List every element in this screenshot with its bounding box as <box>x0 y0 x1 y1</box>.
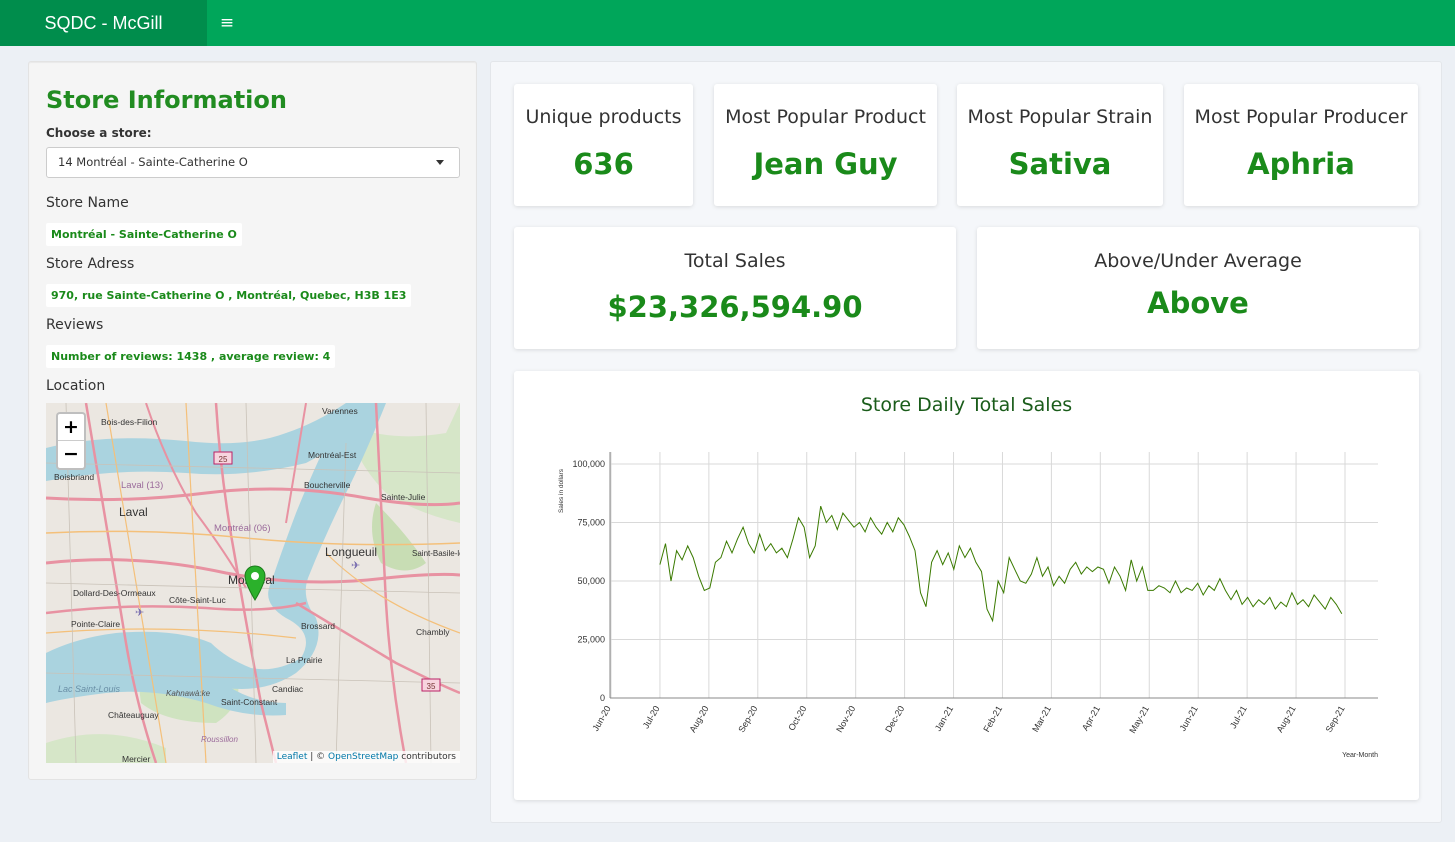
store-name-value: Montréal - Sainte-Catherine O <box>46 223 242 246</box>
y-tick-label: 75,000 <box>577 518 605 528</box>
kpi-popular-producer-value: Aphria <box>1247 147 1355 181</box>
leaflet-link[interactable]: Leaflet <box>277 752 308 762</box>
zoom-out-button[interactable]: − <box>58 441 84 468</box>
reviews-label: Reviews <box>46 317 104 333</box>
map-label-chambly: Chambly <box>416 627 450 637</box>
map-label-lac-saint-louis: Lac Saint-Louis <box>58 684 121 694</box>
map-label-longueuil: Longueuil <box>325 545 377 559</box>
zoom-in-button[interactable]: + <box>58 414 84 441</box>
map-label-brossard: Brossard <box>301 621 335 631</box>
sales-line-chart[interactable]: 0 25,000 50,000 75,000 100,000 Jun-20 Jul-20 Au… <box>514 371 1419 800</box>
map-label-montreal-est: Montréal-Est <box>308 450 357 460</box>
map-label-montreal-06: Montréal (06) <box>214 523 271 534</box>
x-tick-label: May-21 <box>1127 704 1151 735</box>
y-tick-label: 100,000 <box>572 459 605 469</box>
location-label: Location <box>46 378 106 394</box>
x-axis-label: Year-Month <box>1342 752 1378 759</box>
store-address-label: Store Adress <box>46 256 135 272</box>
x-tick-label: Feb-21 <box>981 704 1004 734</box>
map-label-dollard: Dollard-Des-Ormeaux <box>73 588 156 598</box>
attribution-separator: | © <box>307 752 329 762</box>
map-attribution: Leaflet | © OpenStreetMap contributors <box>272 751 460 763</box>
kpi-popular-product-value: Jean Guy <box>753 147 898 181</box>
map-label-mercier: Mercier <box>122 754 151 763</box>
map-label-25: 25 <box>219 455 228 464</box>
x-tick-label: Jun-20 <box>590 704 612 733</box>
airport-icon: ✈ <box>351 560 360 572</box>
map-label-roussillon: Roussillon <box>201 735 238 744</box>
kpi-above-under: Above/Under Average Above <box>977 227 1419 349</box>
kpi-total-sales-value: $23,326,594.90 <box>607 290 863 324</box>
map-label-cote-saint-luc: Côte-Saint-Luc <box>169 595 226 605</box>
osm-link[interactable]: OpenStreetMap <box>328 752 398 762</box>
y-tick-label: 0 <box>600 693 605 703</box>
store-select[interactable]: 14 Montréal - Sainte-Catherine O <box>46 147 460 178</box>
hamburger-icon[interactable]: ≡ <box>214 0 240 46</box>
kpi-popular-strain-label: Most Popular Strain <box>967 106 1153 128</box>
airport-icon: ✈ <box>135 607 144 619</box>
dashboard-panel: Unique products 636 Most Popular Product… <box>490 61 1442 823</box>
map-label-35: 35 <box>427 682 436 691</box>
map-label-la-prairie: La Prairie <box>286 655 323 665</box>
map-label-laval: Laval <box>119 505 148 519</box>
map-label-bois-des-filion: Bois-des-Filion <box>101 417 157 427</box>
y-axis-label: Sales in dollars <box>558 468 565 513</box>
store-name-label: Store Name <box>46 195 129 211</box>
map-label-saint-constant: Saint-Constant <box>221 697 278 707</box>
attribution-contributors: contributors <box>398 752 456 762</box>
reviews-value: Number of reviews: 1438 , average review… <box>46 345 336 368</box>
y-tick-label: 50,000 <box>577 576 605 586</box>
x-tick-label: Sep-21 <box>1324 704 1347 734</box>
map-label-pointe-claire: Pointe-Claire <box>71 619 120 629</box>
sales-chart-card: Store Daily Total Sales 0 25,000 50,000 75,… <box>514 371 1419 800</box>
sales-series-line <box>659 505 1343 623</box>
x-tick-label: Dec-20 <box>883 704 906 734</box>
x-tick-label: Oct-20 <box>786 704 808 732</box>
kpi-popular-strain: Most Popular Strain Sativa <box>957 84 1163 206</box>
store-info-title: Store Information <box>46 86 287 114</box>
x-tick-label: Sep-20 <box>736 704 759 734</box>
kpi-total-sales: Total Sales $23,326,594.90 <box>514 227 956 349</box>
x-tick-label: Apr-21 <box>1080 704 1102 732</box>
location-map[interactable]: 25 35 Varennes Bois-des-Filion Montréal-… <box>46 403 460 763</box>
y-tick-label: 25,000 <box>577 635 605 645</box>
kpi-above-under-value: Above <box>1147 286 1249 320</box>
kpi-unique-products: Unique products 636 <box>514 84 693 206</box>
map-zoom-control: + − <box>56 412 86 470</box>
kpi-popular-producer-label: Most Popular Producer <box>1194 106 1408 128</box>
kpi-unique-products-value: 636 <box>573 147 634 181</box>
kpi-above-under-label: Above/Under Average <box>1094 250 1302 272</box>
x-tick-label: Jul-21 <box>1228 704 1249 730</box>
map-label-boisbriand: Boisbriand <box>54 472 94 482</box>
x-tick-label: Jun-21 <box>1178 704 1200 733</box>
x-tick-label: Jul-20 <box>641 704 662 730</box>
app-title[interactable]: SQDC - McGill <box>0 0 207 46</box>
choose-store-label: Choose a store: <box>46 126 152 140</box>
kpi-popular-strain-value: Sativa <box>1008 147 1112 181</box>
map-label-boucherville: Boucherville <box>304 480 351 490</box>
map-label-saint-basile: Saint-Basile-le-Grand <box>412 549 460 558</box>
x-tick-label: Jan-21 <box>933 704 955 733</box>
store-address-value: 970, rue Sainte-Catherine O , Montréal, … <box>46 284 412 307</box>
map-label-chateauguay: Châteauguay <box>108 710 159 720</box>
kpi-unique-products-label: Unique products <box>525 106 682 128</box>
map-label-candiac: Candiac <box>272 684 304 694</box>
x-tick-label: Mar-21 <box>1030 704 1053 734</box>
top-navbar: SQDC - McGill ≡ <box>0 0 1455 46</box>
x-tick-label: Aug-21 <box>1275 704 1298 734</box>
store-info-panel: Store Information Choose a store: 14 Mon… <box>28 61 477 780</box>
kpi-popular-product-label: Most Popular Product <box>725 106 926 128</box>
kpi-popular-product: Most Popular Product Jean Guy <box>714 84 937 206</box>
kpi-popular-producer: Most Popular Producer Aphria <box>1184 84 1418 206</box>
x-tick-label: Nov-20 <box>834 704 857 734</box>
x-tick-label: Aug-20 <box>687 704 710 734</box>
chevron-down-icon <box>436 160 444 165</box>
map-label-kahnawake: Kahnawà:ke <box>166 689 211 698</box>
map-marker-icon[interactable] <box>244 565 266 601</box>
kpi-total-sales-label: Total Sales <box>684 250 786 272</box>
map-label-varennes: Varennes <box>322 406 358 416</box>
map-label-sainte-julie: Sainte-Julie <box>381 492 426 502</box>
store-select-value: 14 Montréal - Sainte-Catherine O <box>58 155 248 169</box>
map-label-laval-13: Laval (13) <box>121 480 163 491</box>
